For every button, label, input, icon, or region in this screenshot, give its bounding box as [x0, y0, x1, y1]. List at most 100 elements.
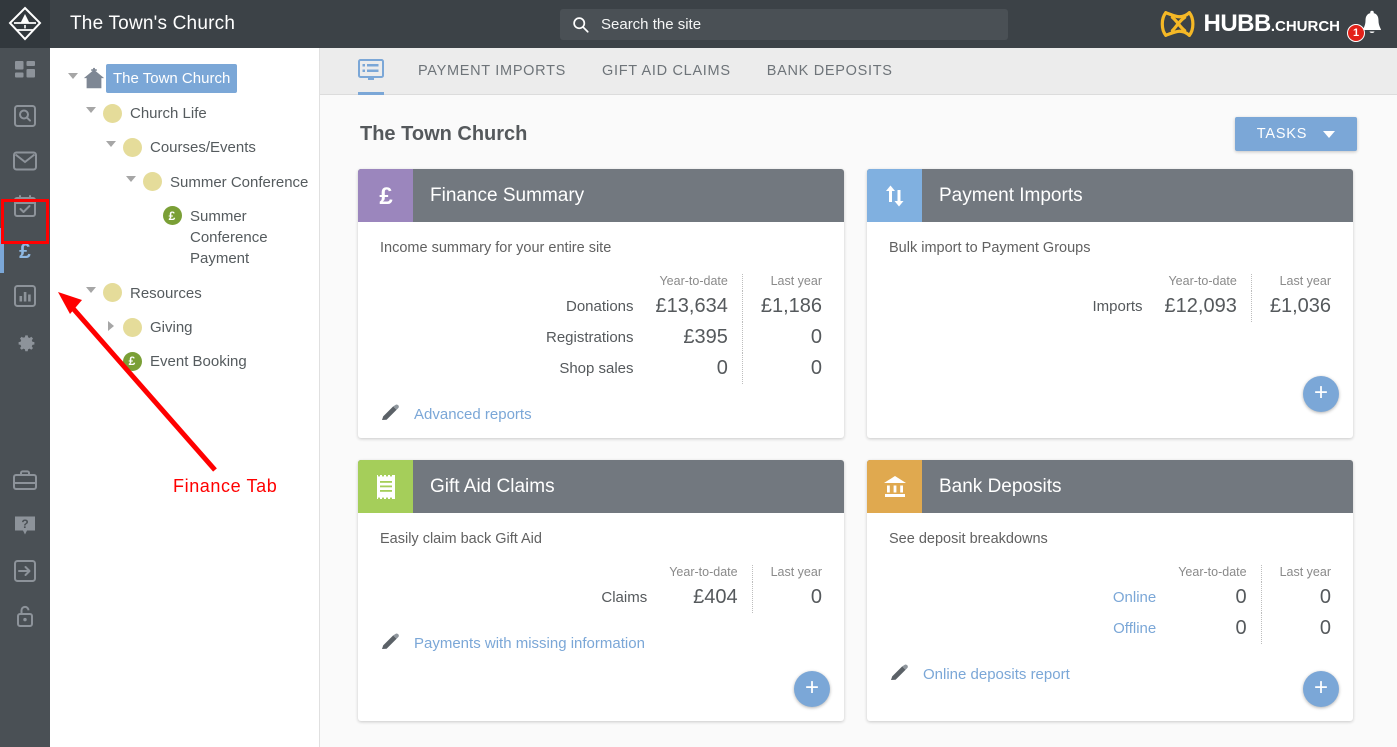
- tree-node-label: Summer Conference: [170, 173, 309, 191]
- chevron-down-icon: [68, 73, 78, 79]
- row-last-year: 0: [1260, 613, 1331, 644]
- church-home-icon: [82, 64, 106, 94]
- column-header-last-year: Last year: [741, 274, 822, 291]
- tree-caret[interactable]: [102, 312, 120, 332]
- row-ytd: 0: [1235, 586, 1247, 608]
- summary-list-icon: [358, 59, 384, 80]
- tree-caret[interactable]: [64, 64, 82, 79]
- row-last-year: 0: [741, 353, 822, 384]
- rail-item-help[interactable]: ?: [0, 503, 50, 548]
- tree-node-resources[interactable]: Resources: [50, 276, 319, 310]
- rail-item-reports[interactable]: [0, 273, 50, 318]
- row-label-header: [601, 565, 669, 582]
- tree-node-summer-conference[interactable]: Summer Conference: [50, 165, 319, 199]
- bar-chart-icon: [14, 284, 36, 307]
- search-input[interactable]: [601, 16, 981, 33]
- site-tree-panel[interactable]: The Town Church Church Life Courses/Even…: [50, 48, 320, 747]
- row-ytd: 0: [1235, 617, 1247, 639]
- rail-item-signin[interactable]: [0, 548, 50, 593]
- card-link-label[interactable]: Online deposits report: [923, 666, 1070, 683]
- tree-node-the-town-church[interactable]: The Town Church: [50, 62, 319, 96]
- card-header: Payment Imports: [867, 169, 1353, 222]
- tab-bar: PAYMENT IMPORTS GIFT AID CLAIMS BANK DEP…: [320, 48, 1397, 95]
- column-header-ytd: Year-to-date: [1178, 565, 1247, 579]
- question-help-icon: ?: [15, 516, 35, 534]
- dashboard-grid-icon: [15, 60, 35, 77]
- church-shield-logo-icon: [8, 6, 42, 41]
- rail-item-settings[interactable]: [0, 318, 50, 363]
- card-link-row[interactable]: Online deposits report: [889, 664, 1331, 684]
- card-link-label[interactable]: Advanced reports: [414, 406, 532, 423]
- card-icon-tile: [867, 169, 922, 222]
- card-link-label[interactable]: Payments with missing information: [414, 635, 645, 652]
- envelope-icon: [13, 151, 37, 170]
- card-payment-imports: Payment Imports Bulk import to Payment G…: [867, 169, 1353, 438]
- notifications-button[interactable]: 1: [1347, 8, 1387, 44]
- card-icon-tile: [358, 460, 413, 513]
- table-header-row: Year-to-date Last year: [1113, 565, 1331, 582]
- row-ytd: £13,634: [655, 295, 728, 317]
- tree-caret[interactable]: [102, 132, 120, 148]
- table-row: Online 0 0: [1113, 582, 1331, 613]
- column-header-ytd: Year-to-date: [659, 274, 728, 288]
- tree-node-label: Resources: [130, 284, 202, 302]
- svg-text:£: £: [19, 240, 31, 263]
- search-bar[interactable]: [560, 9, 1008, 40]
- row-last-year: 0: [741, 322, 822, 353]
- rail-item-finance[interactable]: £: [0, 228, 50, 273]
- rail-item-briefcase[interactable]: [0, 458, 50, 503]
- receipt-icon: [376, 473, 395, 500]
- yellow-dot-icon: [140, 167, 164, 197]
- tree-caret[interactable]: [82, 278, 100, 293]
- tree-node-event-booking[interactable]: £ Event Booking: [50, 344, 319, 378]
- rail-item-unlock[interactable]: [0, 593, 50, 638]
- tab-summary[interactable]: [358, 48, 400, 95]
- tree-node-summer-conference-payment[interactable]: £ Summer Conference Payment: [50, 199, 319, 276]
- briefcase-icon: [13, 469, 37, 490]
- tree-node-giving[interactable]: Giving: [50, 310, 319, 344]
- notification-badge: 1: [1347, 24, 1365, 42]
- tab-bank-deposits[interactable]: BANK DEPOSITS: [749, 48, 911, 95]
- row-ytd: £404: [693, 586, 738, 608]
- add-button[interactable]: +: [794, 671, 830, 707]
- row-label-online[interactable]: Online: [1113, 582, 1178, 613]
- stats-table: Year-to-date Last year Imports £12,093 £…: [1093, 274, 1331, 322]
- card-header: Bank Deposits: [867, 460, 1353, 513]
- card-subtitle: Bulk import to Payment Groups: [889, 240, 1091, 256]
- card-bank-deposits: Bank Deposits See deposit breakdowns Yea…: [867, 460, 1353, 721]
- calendar-check-icon: [14, 194, 36, 217]
- rail-item-calendar[interactable]: [0, 183, 50, 228]
- yellow-dot-icon: [120, 132, 144, 162]
- tree-node-church-life[interactable]: Church Life: [50, 96, 319, 130]
- card-link-row[interactable]: Advanced reports: [380, 404, 822, 424]
- svg-text:?: ?: [21, 517, 28, 531]
- tree-node-label: Summer Conference Payment: [190, 207, 268, 268]
- app-logo[interactable]: [0, 0, 50, 48]
- rail-item-messages[interactable]: [0, 138, 50, 183]
- tab-payment-imports[interactable]: PAYMENT IMPORTS: [400, 48, 584, 95]
- tree-caret[interactable]: [122, 167, 140, 182]
- card-title: Finance Summary: [430, 184, 585, 206]
- main-content: PAYMENT IMPORTS GIFT AID CLAIMS BANK DEP…: [320, 48, 1397, 747]
- table-row: Claims £404 0: [601, 582, 822, 613]
- table-header-row: Year-to-date Last year: [546, 274, 822, 291]
- row-label: Registrations: [545, 329, 634, 346]
- rail-item-search[interactable]: [0, 93, 50, 138]
- tab-gift-aid-claims[interactable]: GIFT AID CLAIMS: [584, 48, 749, 95]
- row-label-offline[interactable]: Offline: [1113, 613, 1178, 644]
- add-button[interactable]: +: [1303, 376, 1339, 412]
- search-icon: [573, 17, 589, 33]
- add-button[interactable]: +: [1303, 671, 1339, 707]
- card-body: Bulk import to Payment Groups Year-to-da…: [867, 222, 1353, 426]
- tree-node-courses-events[interactable]: Courses/Events: [50, 130, 319, 164]
- tree-caret[interactable]: [82, 98, 100, 113]
- rail-item-dashboard[interactable]: [0, 48, 50, 93]
- card-body: Income summary for your entire site Year…: [358, 222, 844, 438]
- card-link-row[interactable]: Payments with missing information: [380, 633, 822, 653]
- card-icon-tile: £: [358, 169, 413, 222]
- column-header-last-year: Last year: [1260, 565, 1331, 582]
- card-body: Easily claim back Gift Aid Year-to-date …: [358, 513, 844, 721]
- chevron-right-icon: [108, 321, 114, 332]
- tasks-button[interactable]: TASKS: [1235, 117, 1357, 151]
- brand-suffix: .CHURCH: [1270, 18, 1340, 35]
